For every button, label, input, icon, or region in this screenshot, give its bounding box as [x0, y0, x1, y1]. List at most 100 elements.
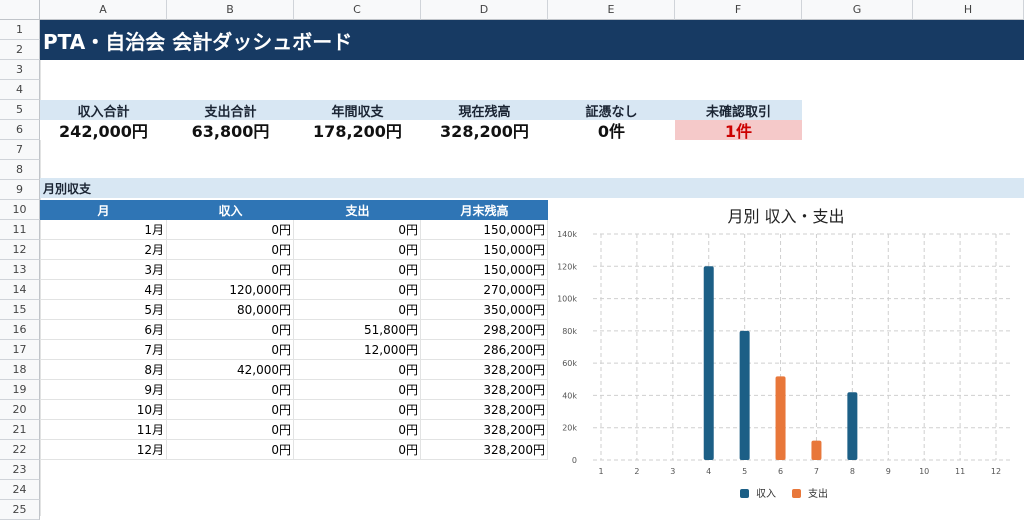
kpi-value[interactable]: 178,200円 — [294, 120, 421, 140]
kpi-label[interactable]: 未確認取引 — [675, 100, 802, 120]
table-cell[interactable]: 11月 — [40, 420, 167, 440]
table-cell[interactable]: 12,000円 — [294, 340, 421, 360]
table-cell[interactable]: 0円 — [167, 240, 294, 260]
kpi-value[interactable]: 328,200円 — [421, 120, 548, 140]
row-header-3[interactable]: 3 — [0, 60, 40, 80]
table-cell[interactable]: 0円 — [294, 240, 421, 260]
row-header-14[interactable]: 14 — [0, 280, 40, 300]
table-cell[interactable]: 328,200円 — [421, 360, 548, 380]
table-header-cell[interactable]: 支出 — [294, 200, 421, 220]
row-header-20[interactable]: 20 — [0, 400, 40, 420]
table-cell[interactable]: 0円 — [294, 440, 421, 460]
kpi-label[interactable]: 年間収支 — [294, 100, 421, 120]
table-cell[interactable]: 270,000円 — [421, 280, 548, 300]
row-header-9[interactable]: 9 — [0, 180, 40, 200]
table-cell[interactable]: 0円 — [294, 420, 421, 440]
table-cell[interactable]: 9月 — [40, 380, 167, 400]
row-header-18[interactable]: 18 — [0, 360, 40, 380]
table-cell[interactable]: 0円 — [167, 340, 294, 360]
row-header-4[interactable]: 4 — [0, 80, 40, 100]
column-header-f[interactable]: F — [675, 0, 802, 20]
kpi-value[interactable]: 63,800円 — [167, 120, 294, 140]
row-header-19[interactable]: 19 — [0, 380, 40, 400]
table-cell[interactable]: 120,000円 — [167, 280, 294, 300]
table-cell[interactable]: 0円 — [167, 260, 294, 280]
table-cell[interactable]: 0円 — [167, 380, 294, 400]
table-cell[interactable]: 2月 — [40, 240, 167, 260]
row-header-22[interactable]: 22 — [0, 440, 40, 460]
table-cell[interactable]: 0円 — [294, 280, 421, 300]
monthly-chart[interactable]: 月別 収入・支出 0 20k 40k 60k 80k 100k 120k 140k 1 2 3 4 5 6 7… — [548, 198, 1024, 516]
table-cell[interactable]: 0円 — [294, 260, 421, 280]
row-header-23[interactable]: 23 — [0, 460, 40, 480]
row-header-17[interactable]: 17 — [0, 340, 40, 360]
table-cell[interactable]: 328,200円 — [421, 420, 548, 440]
column-header-d[interactable]: D — [421, 0, 548, 20]
dashboard-title[interactable]: PTA・自治会 会計ダッシュボード — [40, 20, 1024, 60]
table-cell[interactable]: 0円 — [167, 400, 294, 420]
row-header-24[interactable]: 24 — [0, 480, 40, 500]
row-header-12[interactable]: 12 — [0, 240, 40, 260]
table-cell[interactable]: 42,000円 — [167, 360, 294, 380]
row-header-1[interactable]: 1 — [0, 20, 40, 40]
kpi-label[interactable]: 支出合計 — [167, 100, 294, 120]
table-cell[interactable]: 0円 — [167, 320, 294, 340]
row-header-11[interactable]: 11 — [0, 220, 40, 240]
kpi-label[interactable]: 現在残高 — [421, 100, 548, 120]
kpi-label[interactable]: 収入合計 — [40, 100, 167, 120]
table-cell[interactable]: 0円 — [294, 380, 421, 400]
table-cell[interactable]: 4月 — [40, 280, 167, 300]
row-header-8[interactable]: 8 — [0, 160, 40, 180]
row-header-2[interactable]: 2 — [0, 40, 40, 60]
table-header-cell[interactable]: 収入 — [167, 200, 294, 220]
row-header-10[interactable]: 10 — [0, 200, 40, 220]
table-cell[interactable]: 150,000円 — [421, 220, 548, 240]
row-header-15[interactable]: 15 — [0, 300, 40, 320]
section-monthly-title[interactable]: 月別収支 — [40, 178, 1024, 198]
table-cell[interactable]: 286,200円 — [421, 340, 548, 360]
row-header-7[interactable]: 7 — [0, 140, 40, 160]
row-header-13[interactable]: 13 — [0, 260, 40, 280]
table-cell[interactable]: 0円 — [294, 400, 421, 420]
row-header-25[interactable]: 25 — [0, 500, 40, 520]
table-cell[interactable]: 328,200円 — [421, 440, 548, 460]
column-header-g[interactable]: G — [802, 0, 913, 20]
row-header-5[interactable]: 5 — [0, 100, 40, 120]
table-cell[interactable]: 0円 — [167, 420, 294, 440]
kpi-value[interactable]: 0件 — [548, 120, 675, 140]
row-header-21[interactable]: 21 — [0, 420, 40, 440]
table-cell[interactable]: 150,000円 — [421, 240, 548, 260]
table-cell[interactable]: 328,200円 — [421, 400, 548, 420]
row-header-6[interactable]: 6 — [0, 120, 40, 140]
column-header-c[interactable]: C — [294, 0, 421, 20]
kpi-value[interactable]: 1件 — [675, 120, 802, 140]
select-all-corner[interactable] — [0, 0, 40, 20]
table-cell[interactable]: 0円 — [294, 300, 421, 320]
table-cell[interactable]: 1月 — [40, 220, 167, 240]
table-cell[interactable]: 0円 — [167, 220, 294, 240]
column-header-b[interactable]: B — [167, 0, 294, 20]
table-cell[interactable]: 328,200円 — [421, 380, 548, 400]
table-cell[interactable]: 12月 — [40, 440, 167, 460]
table-cell[interactable]: 150,000円 — [421, 260, 548, 280]
table-cell[interactable]: 0円 — [294, 220, 421, 240]
table-cell[interactable]: 350,000円 — [421, 300, 548, 320]
column-header-e[interactable]: E — [548, 0, 675, 20]
table-header-cell[interactable]: 月末残高 — [421, 200, 548, 220]
table-cell[interactable]: 6月 — [40, 320, 167, 340]
column-header-h[interactable]: H — [913, 0, 1024, 20]
table-cell[interactable]: 51,800円 — [294, 320, 421, 340]
table-cell[interactable]: 0円 — [167, 440, 294, 460]
row-header-16[interactable]: 16 — [0, 320, 40, 340]
table-cell[interactable]: 8月 — [40, 360, 167, 380]
table-cell[interactable]: 10月 — [40, 400, 167, 420]
table-cell[interactable]: 298,200円 — [421, 320, 548, 340]
column-header-a[interactable]: A — [40, 0, 167, 20]
table-header-cell[interactable]: 月 — [40, 200, 167, 220]
table-cell[interactable]: 7月 — [40, 340, 167, 360]
kpi-label[interactable]: 証憑なし — [548, 100, 675, 120]
table-cell[interactable]: 3月 — [40, 260, 167, 280]
kpi-value[interactable]: 242,000円 — [40, 120, 167, 140]
table-cell[interactable]: 0円 — [294, 360, 421, 380]
table-cell[interactable]: 5月 — [40, 300, 167, 320]
